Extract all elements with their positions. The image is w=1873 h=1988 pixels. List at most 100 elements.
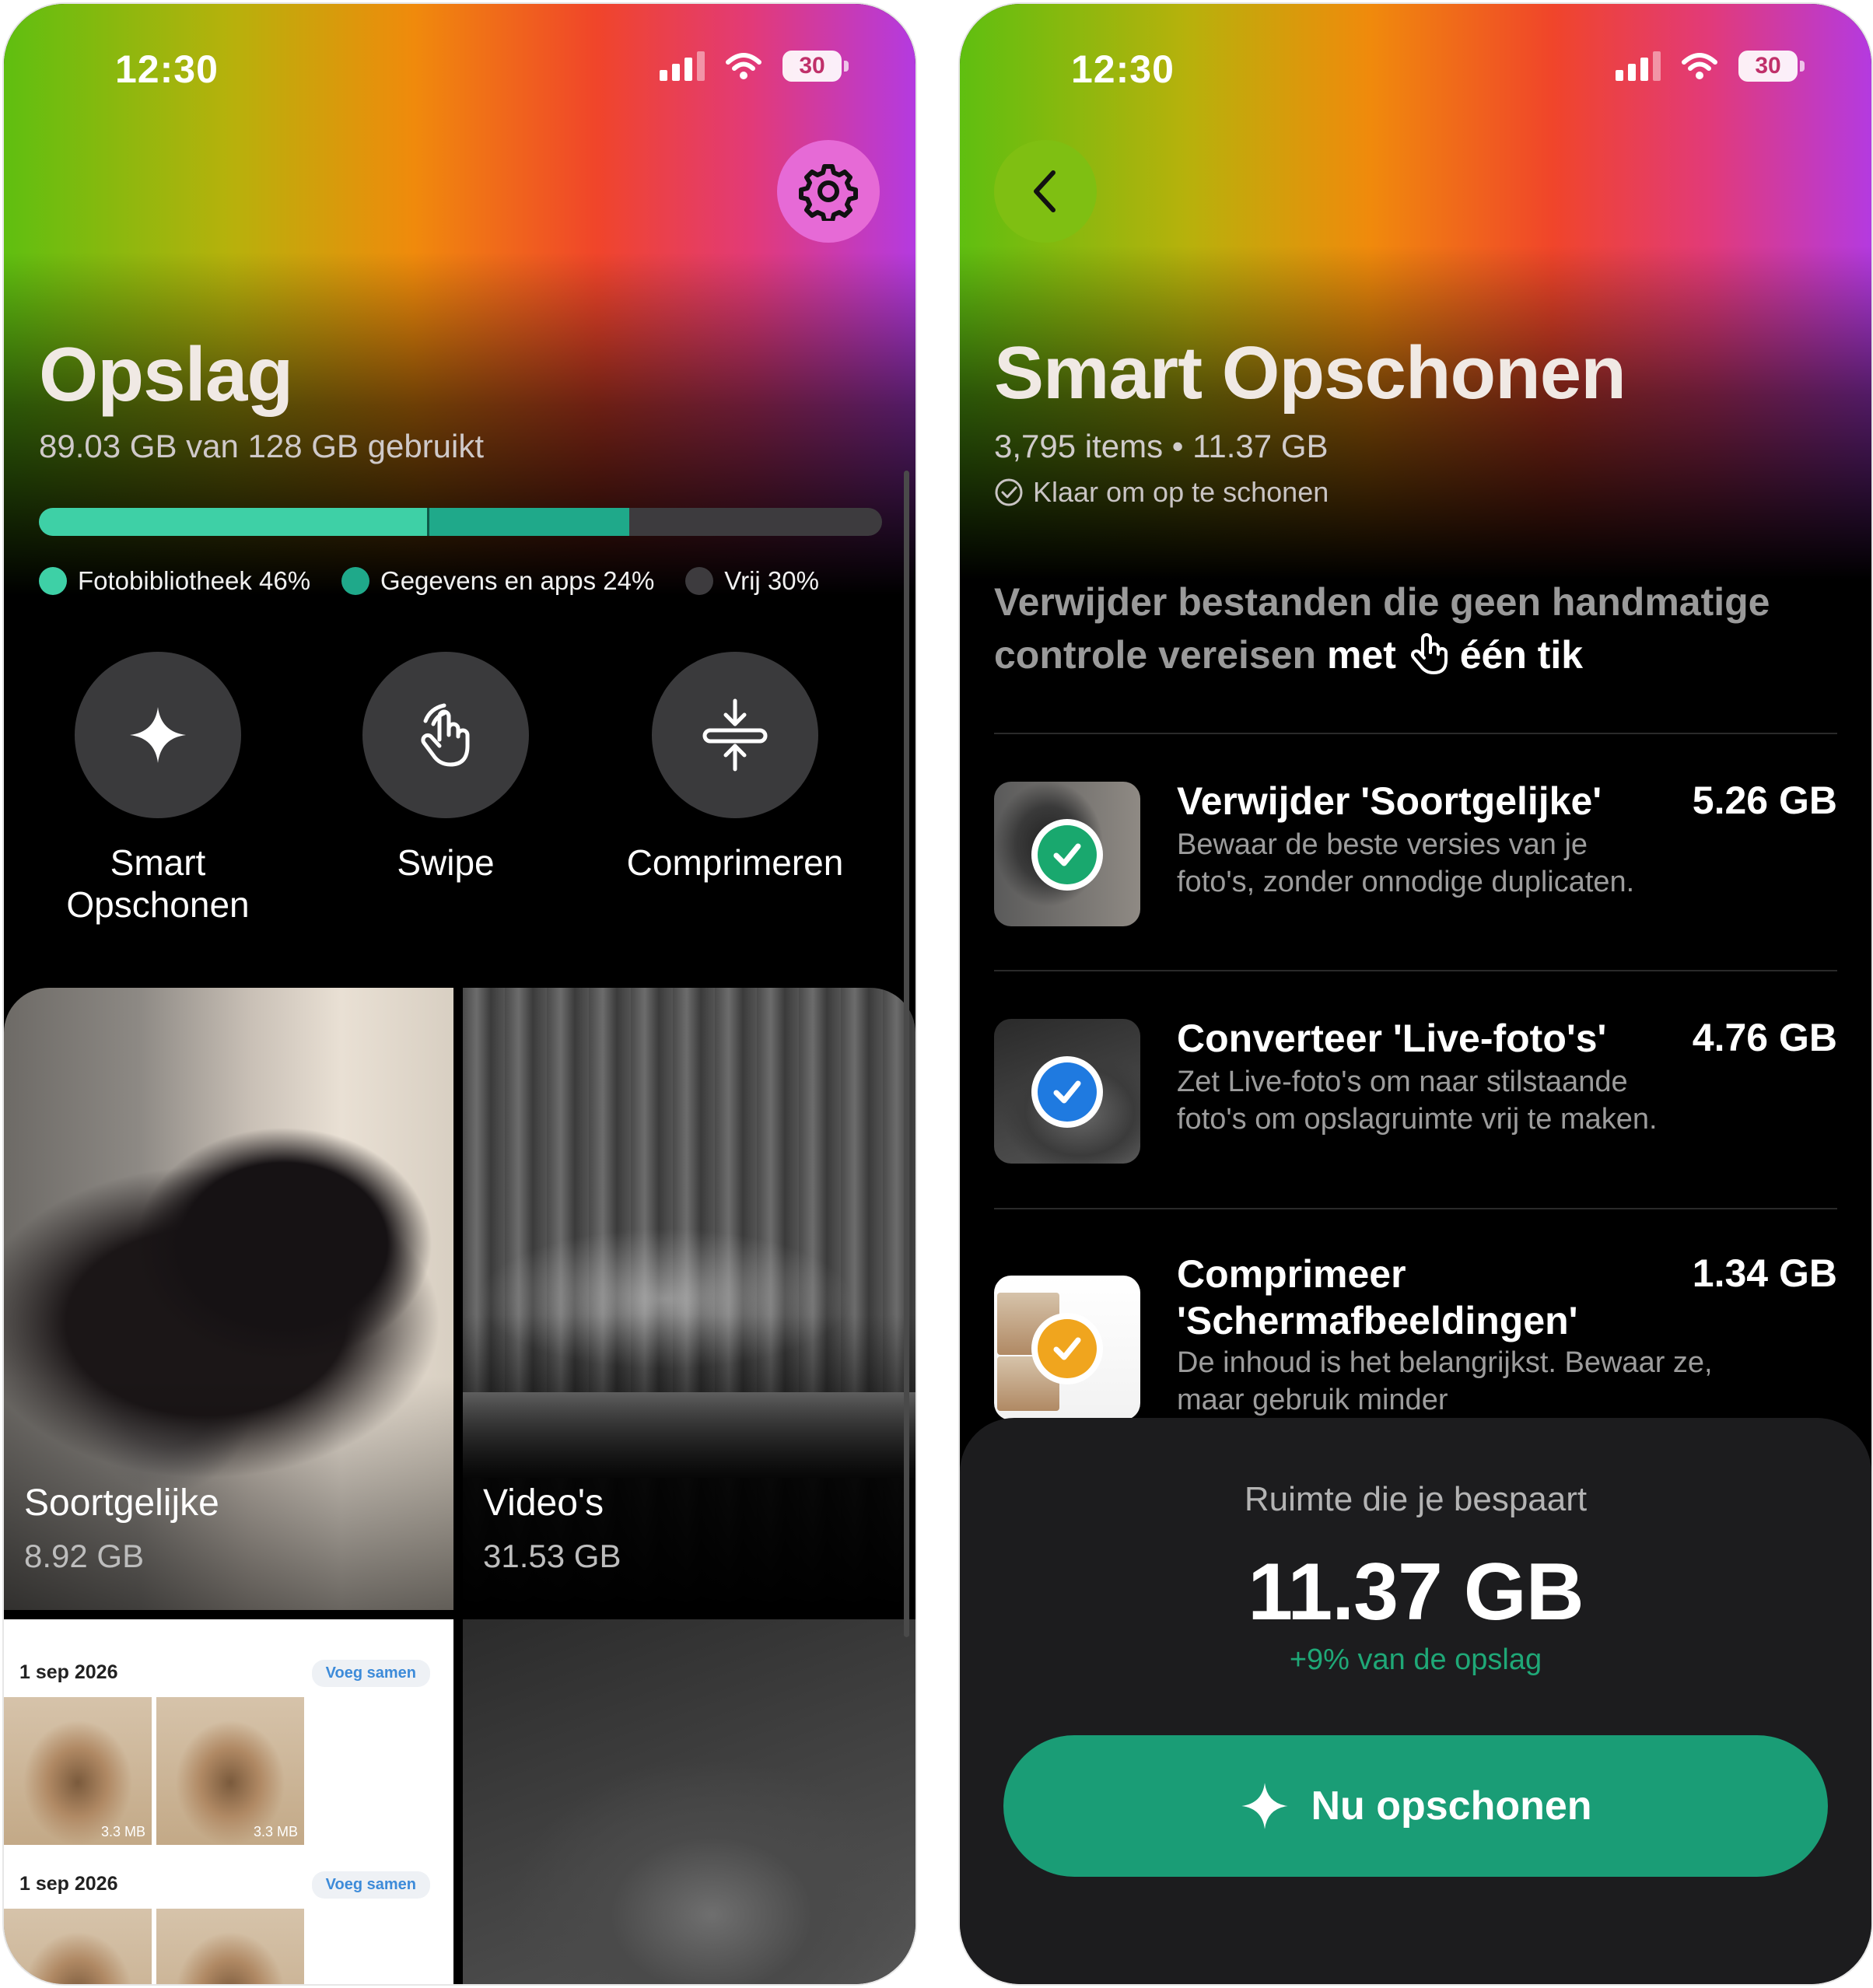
screenshot-thumbnail: 3.3 MB (156, 1697, 304, 1845)
chevron-left-icon (1034, 170, 1056, 212)
divider (994, 1208, 1837, 1209)
tile-similar[interactable]: Soortgelijke 8.92 GB (4, 988, 453, 1610)
savings-label: Ruimte die je bespaart (1244, 1480, 1588, 1518)
checkmark-icon (1053, 843, 1081, 866)
legend-dot (341, 567, 370, 595)
check-circle-icon (995, 478, 1023, 506)
item-thumbnail (994, 1019, 1140, 1164)
sparkle-icon (130, 707, 186, 763)
category-grid: Soortgelijke 8.92 GB Video's 31.53 GB 1 … (4, 988, 915, 1984)
stage-image (463, 1392, 915, 1478)
tile-size: 31.53 GB (483, 1538, 621, 1574)
checkmark-icon (1053, 1080, 1081, 1104)
divider (994, 733, 1837, 734)
clean-now-label: Nu opschonen (1311, 1783, 1592, 1829)
storage-legend: Fotobibliotheek 46% Gegevens en apps 24%… (39, 566, 819, 596)
check-fill (1038, 1062, 1097, 1122)
storage-screen: 12:30 30 Opslag 89.03 GB van 128 GB gebr… (4, 4, 915, 1984)
tile-size: 8.92 GB (24, 1538, 145, 1574)
legend-item-apps: Gegevens en apps 24% (341, 566, 654, 596)
page-title: Opslag (39, 331, 293, 417)
battery-icon: 30 (782, 51, 849, 82)
scrollbar[interactable] (904, 471, 909, 1637)
item-description: Bewaar de beste versies van je foto's, z… (1177, 828, 1635, 898)
wifi-icon (726, 53, 761, 79)
savings-sheet: Ruimte die je bespaart 11.37 GB +9% van … (960, 1418, 1871, 1984)
intro-text: Verwijder bestanden die geen handmatige … (994, 576, 1850, 681)
action-label: Smart Opschonen (66, 842, 250, 925)
merge-button[interactable]: Voeg samen (311, 1660, 430, 1687)
selected-check[interactable] (1031, 1056, 1103, 1128)
action-circle[interactable] (652, 652, 818, 818)
tile-live-photos[interactable] (463, 1619, 915, 1984)
tap-hand-icon (1410, 633, 1448, 674)
clean-now-button[interactable]: Nu opschonen (1003, 1735, 1828, 1877)
ready-status: Klaar om op te schonen (994, 476, 1329, 509)
header-gradient (4, 4, 915, 595)
storage-bar (39, 508, 882, 536)
screenshot-date: 1 sep 2026 (19, 1873, 118, 1895)
action-smart-clean[interactable]: Smart Opschonen (33, 652, 282, 926)
savings-percent: +9% van de opslag (1289, 1643, 1542, 1676)
battery-icon: 30 (1738, 51, 1805, 82)
hand-swipe-icon (421, 703, 470, 767)
back-button[interactable] (994, 140, 1097, 243)
storage-segment-apps (426, 508, 629, 536)
selected-check[interactable] (1031, 1313, 1103, 1384)
merge-button[interactable]: Voeg samen (311, 1871, 430, 1899)
item-size: 1.34 GB (1692, 1251, 1837, 1295)
screenshot-thumbnail (156, 1909, 304, 1984)
legend-label: Vrij 30% (724, 566, 819, 595)
wifi-icon (1682, 53, 1717, 79)
action-circle[interactable] (362, 652, 529, 818)
savings-value: 11.37 GB (1248, 1547, 1584, 1637)
clean-item-similar[interactable]: Verwijder 'Soortgelijke' 5.26 GB Bewaar … (994, 770, 1837, 941)
settings-button[interactable] (777, 140, 880, 243)
check-fill (1038, 825, 1097, 884)
storage-usage-text: 89.03 GB van 128 GB gebruikt (39, 428, 485, 464)
legend-item-free: Vrij 30% (685, 566, 819, 596)
intro-emphasis: één tik (1459, 633, 1584, 677)
selected-check[interactable] (1031, 819, 1103, 891)
legend-dot (685, 567, 714, 595)
item-description: Zet Live-foto's om naar stilstaande foto… (1177, 1066, 1658, 1136)
sparkle-icon (1241, 1783, 1289, 1829)
item-title: Comprimeer 'Schermafbeeldingen' (1177, 1252, 1578, 1342)
tile-videos[interactable]: Video's 31.53 GB (463, 988, 915, 1610)
page-title: Smart Opschonen (994, 331, 1626, 415)
cellular-signal-icon (1616, 51, 1661, 81)
thumbnail-size: 3.3 MB (100, 1824, 145, 1839)
gear-icon (799, 164, 858, 221)
action-label: Comprimeren (626, 842, 844, 883)
action-compress[interactable]: Comprimeren (611, 652, 859, 884)
screenshot-date: 1 sep 2026 (19, 1661, 118, 1683)
action-swipe[interactable]: Swipe (321, 652, 570, 884)
clean-item-live-photos[interactable]: Converteer 'Live-foto's' 4.76 GB Zet Liv… (994, 1007, 1837, 1178)
item-size: 5.26 GB (1692, 779, 1837, 822)
item-description: De inhoud is het belangrijkst. Bewaar ze… (1177, 1346, 1713, 1416)
compress-icon (702, 698, 768, 772)
status-time: 12:30 (115, 47, 219, 91)
screenshot-thumbnail: 3.3 MB (4, 1697, 152, 1845)
storage-segment-photos (39, 508, 427, 536)
legend-label: Fotobibliotheek 46% (78, 566, 311, 595)
item-title: Verwijder 'Soortgelijke' (1177, 779, 1602, 823)
checkmark-icon (1053, 1337, 1081, 1360)
screenshot-thumbnail (4, 1909, 152, 1984)
item-size: 4.76 GB (1692, 1016, 1837, 1059)
check-fill (1038, 1319, 1097, 1378)
legend-item-photos: Fotobibliotheek 46% (39, 566, 310, 596)
thumbnail-size: 3.3 MB (253, 1824, 298, 1839)
action-label: Swipe (397, 842, 495, 883)
cellular-signal-icon (660, 51, 705, 81)
item-thumbnail (994, 1276, 1140, 1420)
status-time: 12:30 (1071, 47, 1175, 91)
tile-title: Soortgelijke (24, 1482, 219, 1524)
tile-screenshots[interactable]: 1 sep 2026 Voeg samen 3.3 MB 3.3 MB 1 se… (4, 1619, 453, 1984)
items-summary: 3,795 items • 11.37 GB (994, 428, 1329, 464)
action-circle[interactable] (75, 652, 241, 818)
clean-item-screenshots[interactable]: Comprimeer 'Schermafbeeldingen' 1.34 GB … (994, 1244, 1837, 1423)
divider (994, 970, 1837, 971)
status-icons: 30 (1616, 51, 1805, 82)
item-thumbnail (994, 782, 1140, 926)
